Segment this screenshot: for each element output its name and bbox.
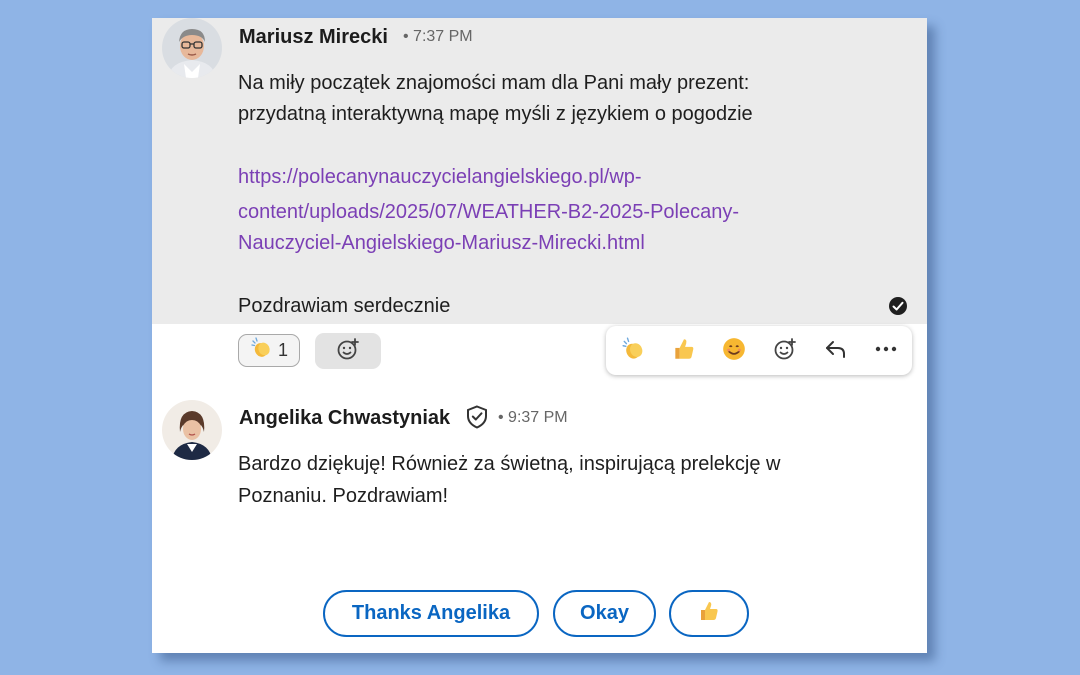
add-reaction-icon xyxy=(336,337,360,366)
message-time: • 9:37 PM xyxy=(498,409,568,426)
thumbs-up-icon xyxy=(697,599,721,629)
read-receipt-icon xyxy=(888,296,908,321)
quick-reply-thanks-button[interactable]: Thanks Angelika xyxy=(323,590,539,637)
message-highlighted: Mariusz Mirecki • 7:37 PM Na miły począt… xyxy=(152,18,927,324)
message-link-line-3[interactable]: Nauczyciel-Angielskiego-Mariusz-Mirecki.… xyxy=(238,226,645,261)
reaction-clap-chip[interactable]: 1 xyxy=(238,334,300,367)
quick-reply-okay-button[interactable]: Okay xyxy=(553,590,656,637)
sender-name[interactable]: Angelika Chwastyniak xyxy=(239,407,450,430)
message-line-2: przydatną interaktywną mapę myśli z języ… xyxy=(238,103,753,125)
message-closing: Pozdrawiam serdecznie xyxy=(238,295,451,317)
clapping-hands-icon xyxy=(250,336,274,365)
clapping-hands-icon xyxy=(621,336,647,367)
sender-name[interactable]: Mariusz Mirecki xyxy=(239,26,388,49)
message-actions-toolbar xyxy=(606,326,912,375)
message-link-line-2[interactable]: content/uploads/2025/07/WEATHER-B2-2025-… xyxy=(238,195,739,230)
avatar-angelika[interactable] xyxy=(162,400,222,460)
reply-icon xyxy=(824,337,848,366)
add-reaction-icon xyxy=(773,337,797,366)
message-line-2: Poznaniu. Pozdrawiam! xyxy=(238,485,449,507)
react-clap-button[interactable] xyxy=(620,336,648,367)
reply-button[interactable] xyxy=(822,337,850,365)
message-line-1: Na miły początek znajomości mam dla Pani… xyxy=(238,72,750,94)
more-options-button[interactable] xyxy=(872,337,900,365)
more-icon xyxy=(874,337,898,366)
react-thumbs-up-button[interactable] xyxy=(670,337,698,365)
add-reaction-button[interactable] xyxy=(315,333,381,369)
add-reaction-button[interactable] xyxy=(771,337,799,365)
thumbs-up-icon xyxy=(671,336,697,367)
conversation-panel: Mariusz Mirecki • 7:37 PM Na miły począt… xyxy=(152,18,927,653)
message-line-1: Bardzo dziękuję! Również za świetną, ins… xyxy=(238,453,781,475)
message-time: • 7:37 PM xyxy=(403,28,473,45)
smile-icon xyxy=(721,336,747,367)
avatar-mariusz[interactable] xyxy=(162,18,222,78)
message-link-line-1[interactable]: https://polecanynauczycielangielskiego.p… xyxy=(238,160,642,195)
reaction-count: 1 xyxy=(277,340,288,360)
react-smile-button[interactable] xyxy=(720,337,748,365)
quick-reply-thumbs-up-button[interactable] xyxy=(669,590,749,637)
verified-shield-icon xyxy=(466,405,488,434)
